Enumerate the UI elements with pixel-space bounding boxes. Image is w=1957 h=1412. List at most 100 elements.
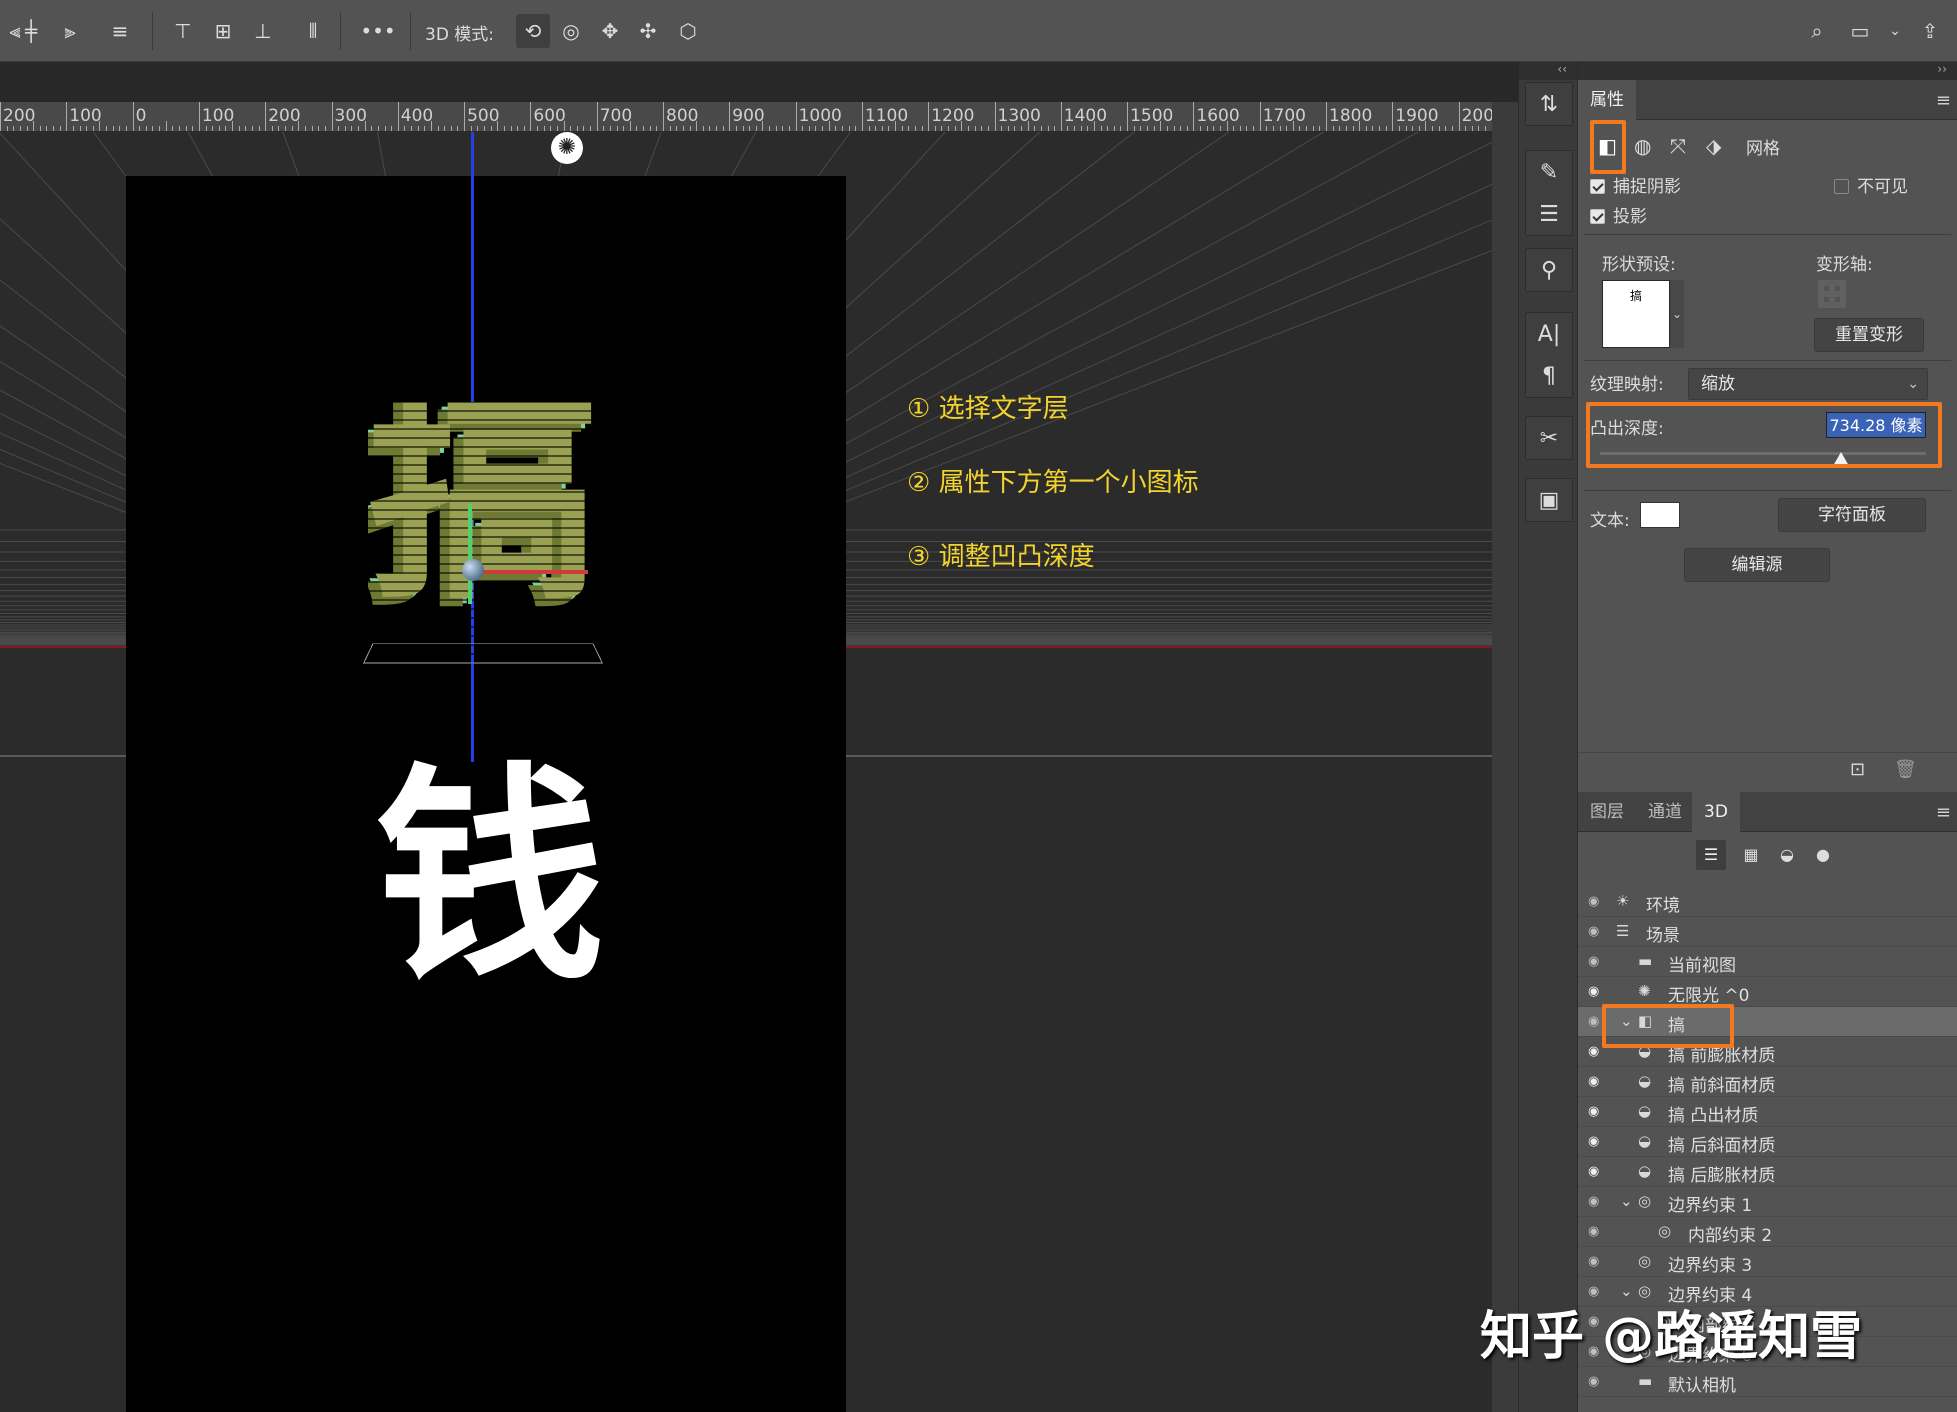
- layer-row[interactable]: ◉ ☀ 环境: [1578, 887, 1957, 917]
- text-color-swatch[interactable]: [1640, 502, 1680, 528]
- layer-row[interactable]: ◉ ▬ 当前视图: [1578, 947, 1957, 977]
- collapse-right-icon[interactable]: ››: [1578, 62, 1957, 80]
- expand-chevron-icon[interactable]: ⌄: [1620, 1192, 1633, 1210]
- mesh-icon[interactable]: ◧: [1598, 134, 1617, 158]
- material-filter-icon[interactable]: ◒: [1772, 840, 1802, 870]
- character-icon[interactable]: A|: [1526, 313, 1572, 355]
- align-top-icon[interactable]: ⊤: [168, 16, 198, 46]
- 3d-viewport[interactable]: ✺ 搞 钱 ① 选择文字层 ② 属性下方第一个小图标 ③ 调整凹凸深度: [0, 132, 1492, 1412]
- tab-layers[interactable]: 图层: [1578, 792, 1636, 832]
- 3d-orbit-icon[interactable]: ⟲: [516, 14, 550, 48]
- distribute-horizontal-icon[interactable]: ⦀: [298, 16, 328, 46]
- 3d-roll-icon[interactable]: ◎: [556, 16, 586, 46]
- scene-filter-icon[interactable]: ☰: [1696, 840, 1726, 870]
- layer-row[interactable]: ◉ ◎ 内部约束 2: [1578, 1217, 1957, 1247]
- layer-row[interactable]: ◉ ◎ 边界约束 3: [1578, 1247, 1957, 1277]
- collapse-icon[interactable]: ‹‹: [1519, 62, 1577, 80]
- deform-axis-grid[interactable]: [1818, 280, 1846, 308]
- shape-preset-dropdown-icon[interactable]: ⌄: [1670, 280, 1684, 348]
- distribute-icon[interactable]: ≡: [105, 16, 135, 46]
- visibility-eye-icon[interactable]: ◉: [1588, 1254, 1606, 1269]
- visibility-eye-icon[interactable]: ◉: [1588, 1014, 1606, 1029]
- light-filter-icon[interactable]: ●: [1808, 840, 1838, 870]
- coordinates-icon[interactable]: ⬗: [1706, 134, 1721, 158]
- cap-icon[interactable]: ⤧: [1670, 134, 1686, 158]
- share-icon[interactable]: ⇪: [1915, 16, 1945, 46]
- visibility-eye-icon[interactable]: ◉: [1588, 1224, 1606, 1239]
- extrusion-depth-slider-thumb[interactable]: [1833, 452, 1850, 466]
- deform-icon[interactable]: ◍: [1634, 134, 1651, 158]
- catch-shadow-checkbox[interactable]: [1590, 179, 1605, 194]
- layer-row[interactable]: ◉ ◒ 搞 凸出材质: [1578, 1097, 1957, 1127]
- mesh-filter-icon[interactable]: ▦: [1736, 840, 1766, 870]
- workspace-icon[interactable]: ▭: [1845, 16, 1875, 46]
- visibility-eye-icon[interactable]: ◉: [1588, 924, 1606, 939]
- reset-deform-button[interactable]: 重置变形: [1814, 318, 1924, 352]
- chevron-down-icon[interactable]: ⌄: [1880, 16, 1910, 46]
- visibility-eye-icon[interactable]: ◉: [1588, 894, 1606, 909]
- layers-menu-icon[interactable]: ≡: [1936, 802, 1951, 823]
- align-hcenter-icon[interactable]: ╪: [16, 16, 46, 46]
- brush-settings-icon[interactable]: ✎: [1526, 151, 1572, 193]
- layer-row[interactable]: ◉ ⌄ ◎ 边界约束 1: [1578, 1187, 1957, 1217]
- layer-row[interactable]: ◉ ⌄ ◧ 搞: [1578, 1007, 1957, 1037]
- trash-icon[interactable]: 🗑: [1894, 759, 1917, 780]
- render-icon[interactable]: ⊡: [1850, 759, 1865, 780]
- history-icon[interactable]: ⇅: [1526, 83, 1572, 125]
- clone-source-icon[interactable]: ⚲: [1526, 249, 1572, 291]
- vertical-scrollbar[interactable]: [1492, 102, 1518, 1412]
- search-icon[interactable]: ⌕: [1802, 16, 1832, 46]
- character-panel-button[interactable]: 字符面板: [1778, 498, 1926, 532]
- layer-row[interactable]: ◉ ▬ 默认相机: [1578, 1367, 1957, 1397]
- 3d-scale-icon[interactable]: ⬡: [673, 16, 703, 46]
- extrusion-depth-input[interactable]: 734.28 像素: [1826, 412, 1926, 438]
- edit-source-button[interactable]: 编辑源: [1684, 548, 1830, 582]
- layer-row[interactable]: ◉ ◒ 搞 前斜面材质: [1578, 1067, 1957, 1097]
- tab-properties[interactable]: 属性: [1578, 80, 1636, 120]
- layer-row[interactable]: ◉ ◒ 搞 前膨胀材质: [1578, 1037, 1957, 1067]
- visibility-eye-icon[interactable]: ◉: [1588, 1194, 1606, 1209]
- adjustments-icon[interactable]: ☰: [1526, 193, 1572, 235]
- visibility-eye-icon[interactable]: ◉: [1588, 1164, 1606, 1179]
- layer-row[interactable]: ◉ ◒ 搞 后膨胀材质: [1578, 1157, 1957, 1187]
- 3d-slide-icon[interactable]: ✣: [633, 16, 663, 46]
- layer-row[interactable]: ◉ ◒ 搞 后斜面材质: [1578, 1127, 1957, 1157]
- 3d-pan-icon[interactable]: ✥: [595, 16, 625, 46]
- visibility-eye-icon[interactable]: ◉: [1588, 954, 1606, 969]
- ruler-tick-label: 900: [732, 106, 765, 126]
- more-options-icon[interactable]: •••: [360, 16, 395, 46]
- 3d-text-object[interactable]: 搞: [368, 402, 598, 664]
- visibility-eye-icon[interactable]: ◉: [1588, 1134, 1606, 1149]
- artboard-icon[interactable]: ▣: [1526, 479, 1572, 521]
- catch-shadow-row[interactable]: 捕捉阴影: [1590, 172, 1681, 197]
- paragraph-icon[interactable]: ¶: [1526, 355, 1572, 397]
- texture-mapping-select[interactable]: 缩放 ⌄: [1688, 368, 1928, 400]
- visibility-eye-icon[interactable]: ◉: [1588, 984, 1606, 999]
- layer-row[interactable]: ◉ ✺ 无限光 ^0: [1578, 977, 1957, 1007]
- layer-type-icon: ▬: [1638, 1372, 1653, 1390]
- visibility-eye-icon[interactable]: ◉: [1588, 1104, 1606, 1119]
- gizmo-center[interactable]: [462, 559, 484, 581]
- shape-preset-swatch[interactable]: 搞: [1602, 280, 1670, 348]
- tab-channels[interactable]: 通道: [1636, 792, 1694, 832]
- layer-type-icon: ▬: [1638, 952, 1653, 970]
- layer-row[interactable]: ◉ ☰ 场景: [1578, 917, 1957, 947]
- panel-menu-icon[interactable]: ≡: [1936, 90, 1951, 111]
- expand-chevron-icon[interactable]: ⌄: [1620, 1012, 1633, 1030]
- cast-shadow-row[interactable]: 投影: [1590, 202, 1647, 227]
- align-bottom-icon[interactable]: ⊥: [248, 16, 278, 46]
- visibility-eye-icon[interactable]: ◉: [1588, 1074, 1606, 1089]
- cast-shadow-checkbox[interactable]: [1590, 209, 1605, 224]
- tab-3d[interactable]: 3D: [1692, 792, 1740, 832]
- visibility-eye-icon[interactable]: ◉: [1588, 1044, 1606, 1059]
- invisible-row[interactable]: 不可见: [1834, 172, 1908, 197]
- y-axis-gizmo[interactable]: [468, 504, 472, 604]
- align-vcenter-icon[interactable]: ⊞: [208, 16, 238, 46]
- invisible-checkbox[interactable]: [1834, 179, 1849, 194]
- extrusion-depth-slider-track[interactable]: [1600, 452, 1926, 455]
- tools-icon[interactable]: ✂: [1526, 417, 1572, 459]
- visibility-eye-icon[interactable]: ◉: [1588, 1374, 1606, 1389]
- light-sun-icon[interactable]: ✺: [551, 132, 583, 164]
- x-axis-gizmo[interactable]: [478, 570, 588, 574]
- align-right-icon[interactable]: ⫸: [55, 16, 85, 46]
